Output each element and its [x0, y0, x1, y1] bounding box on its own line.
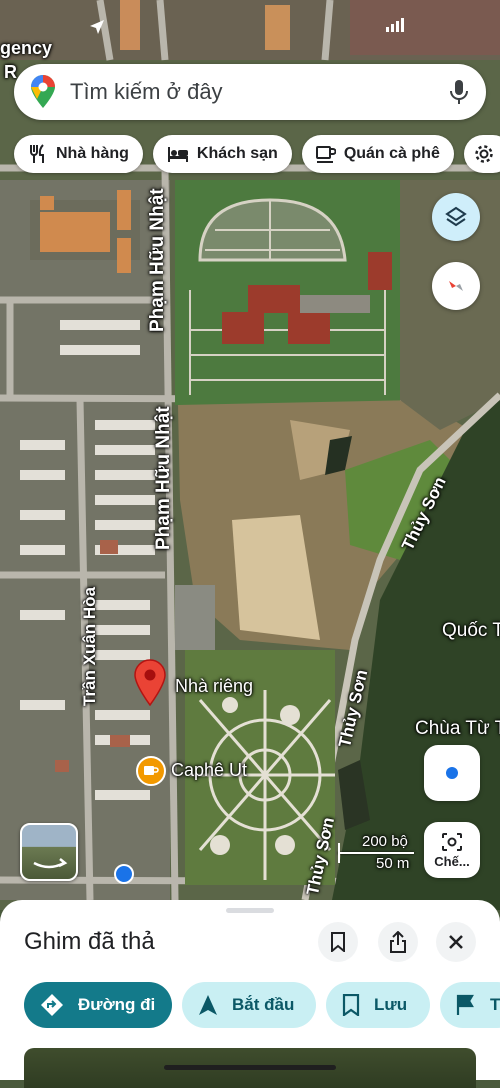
- street-view-thumbnail[interactable]: [20, 823, 78, 881]
- chip-label: Khách sạn: [196, 145, 278, 162]
- save-button[interactable]: Lưu: [326, 982, 430, 1028]
- chip-coffee[interactable]: Quán cà phê: [301, 135, 454, 173]
- lens-label: Chế...: [434, 853, 470, 869]
- search-input[interactable]: Tìm kiếm ở đây: [70, 79, 450, 105]
- map-label: R: [4, 62, 17, 82]
- sheet-title: Ghim đã thả: [24, 928, 155, 955]
- chip-restaurants[interactable]: Nhà hàng: [14, 135, 143, 173]
- place-sheet[interactable]: Ghim đã thả Đường đi Bắt đầu Lưu T: [0, 900, 500, 1088]
- dropped-pin[interactable]: [133, 658, 167, 711]
- street-view-icon: [33, 858, 68, 869]
- navigation-arrow-icon: [199, 995, 217, 1015]
- flag-icon: [456, 994, 474, 1015]
- share-button[interactable]: [378, 922, 418, 962]
- label-button[interactable]: T: [440, 982, 500, 1028]
- home-indicator: [164, 1065, 336, 1070]
- directions-button[interactable]: Đường đi: [24, 982, 172, 1028]
- directions-icon: [41, 994, 63, 1016]
- cafe-marker[interactable]: [136, 756, 166, 786]
- category-chips: Nhà hàng Khách sạn Quán cà phê: [14, 135, 500, 173]
- start-button[interactable]: Bắt đầu: [182, 982, 316, 1028]
- place-label: Chùa Từ T: [415, 718, 500, 739]
- google-maps-logo-icon: [31, 75, 55, 108]
- settings-gear-icon: [475, 145, 493, 163]
- my-location-button[interactable]: [424, 745, 480, 801]
- my-location-icon: [446, 767, 458, 779]
- street-label: Phạm Hữu Nhật: [147, 188, 168, 332]
- start-label: Bắt đầu: [232, 995, 295, 1014]
- chip-label: Quán cà phê: [343, 145, 440, 162]
- compass-button[interactable]: [432, 262, 480, 310]
- chip-label: Nhà hàng: [56, 145, 129, 162]
- chip-hotels[interactable]: Khách sạn: [152, 135, 292, 173]
- cafe-label: Caphê Ut: [171, 760, 248, 780]
- save-label: Lưu: [374, 995, 408, 1014]
- bus-stop-marker[interactable]: [114, 864, 134, 884]
- sheet-drag-handle[interactable]: [226, 908, 274, 913]
- map-label: gency: [0, 38, 53, 58]
- close-icon: [449, 935, 463, 949]
- street-label: Trần Xuân Hòa: [80, 586, 99, 706]
- save-icon-button[interactable]: [318, 922, 358, 962]
- share-icon: [390, 931, 406, 953]
- coffee-icon: [315, 146, 336, 163]
- microphone-icon[interactable]: [450, 79, 468, 105]
- layers-button[interactable]: [432, 193, 480, 241]
- layers-icon: [445, 206, 467, 227]
- place-label: Quốc T: [442, 620, 500, 641]
- scale-bottom-label: 50 m: [376, 855, 410, 872]
- coffee-cup-icon: [144, 766, 159, 775]
- search-bar[interactable]: Tìm kiếm ở đây: [14, 64, 486, 120]
- directions-label: Đường đi: [78, 995, 156, 1014]
- bookmark-outline-icon: [331, 932, 345, 952]
- restaurant-icon: [30, 144, 44, 163]
- chip-more[interactable]: [463, 135, 500, 173]
- pin-label: Nhà riêng: [175, 676, 254, 696]
- street-label: Phạm Hữu Nhật: [153, 406, 174, 550]
- signal-icon: [385, 18, 405, 37]
- location-arrow-icon: [88, 18, 106, 41]
- lens-button[interactable]: Chế...: [424, 822, 480, 878]
- label-label: T: [490, 995, 500, 1014]
- scale-top-label: 200 bộ: [362, 833, 408, 850]
- bookmark-icon: [342, 994, 360, 1016]
- hotel-icon: [167, 147, 188, 162]
- compass-icon: [449, 281, 463, 291]
- scale-bar: 200 bộ 50 m: [336, 833, 416, 873]
- pin-icon: [134, 659, 166, 707]
- camera-lens-icon: [442, 832, 462, 851]
- close-button[interactable]: [436, 922, 476, 962]
